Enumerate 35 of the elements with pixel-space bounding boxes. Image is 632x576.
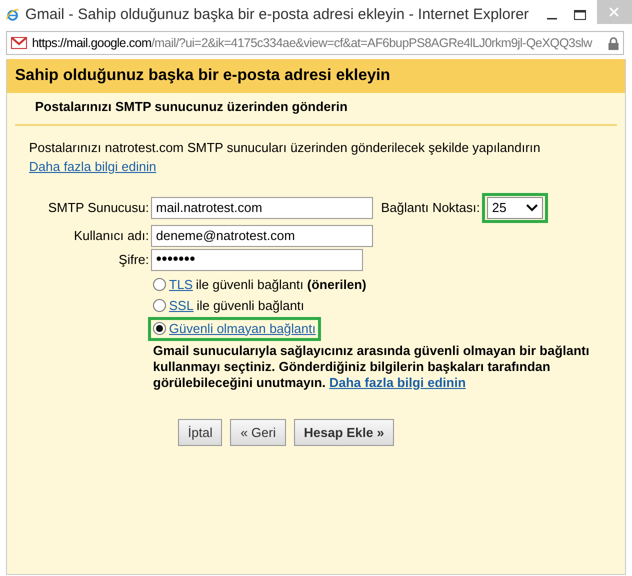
minimize-icon <box>546 18 557 20</box>
dialog-subtitle: Postalarınızı SMTP sunucunuz üzerinden gönderin <box>15 93 617 126</box>
intro-text: Postalarınızı natrotest.com SMTP sunucuları üzerinden gönderilecek şekilde yapılandırın <box>29 138 542 157</box>
password-field[interactable]: ••••••• <box>151 248 363 270</box>
radio-button[interactable] <box>153 278 166 291</box>
option-link[interactable]: Güvenli olmayan bağlantı <box>169 318 316 338</box>
close-icon <box>609 7 620 17</box>
radio-button[interactable] <box>153 322 166 335</box>
field-label: SMTP Sunucusu: <box>47 198 150 217</box>
chevron-down-icon <box>526 204 538 212</box>
learn-more-link[interactable]: Daha fazla bilgi edinin <box>29 159 156 174</box>
option-label: ile güvenli bağlantı (önerilen) <box>196 276 366 294</box>
maximize-icon <box>574 10 586 20</box>
window-title: Gmail - Sahip olduğunuz başka bir e-posta adresi ekleyin - Internet Explorer <box>25 4 529 25</box>
address-bar[interactable]: https://mail.google.com/mail/?ui=2&ik=4175c334ae&view=cf&at=AF6bupPS8AGRe4lLJ0rkm9jl-QeXQQ3slw <box>6 31 624 55</box>
mail-logo-icon <box>11 37 27 49</box>
add-account-button[interactable]: Hesap Ekle » <box>294 418 394 446</box>
option-link[interactable]: TLS <box>169 274 193 294</box>
field-label: Şifre: <box>118 250 150 269</box>
dialog-button[interactable]: İptal <box>178 418 222 446</box>
warning-text: Gmail sunucularıyla sağlayıcınız arasında güvenli olmayan bir bağlantı kullanmayı seçtiniz. Gönderdiğiniz bilgilerin başkaları tarafından görülebileceğini unutmayın. Daha fazla bilgi edinin <box>153 342 590 390</box>
url-host: https://mail.google.com <box>32 36 152 50</box>
radio-button[interactable] <box>153 299 166 312</box>
url-path: /mail/?ui=2&ik=4175c334ae&view=cf&at=AF6bupPS8AGRe4lLJ0rkm9jl-QeXQQ3slw <box>151 36 592 50</box>
lock-icon <box>608 36 619 50</box>
input-field[interactable]: deneme@natrotest.com <box>151 224 373 246</box>
input-field[interactable]: mail.natrotest.com <box>151 196 373 218</box>
option-label: ile güvenli bağlantı <box>196 296 304 315</box>
dialog-title: Sahip olduğunuz başka bir e-posta adresi ekleyin <box>7 59 625 93</box>
dialog-button[interactable]: « Geri <box>230 418 286 446</box>
field-label: Kullanıcı adı: <box>72 226 150 245</box>
option-link[interactable]: SSL <box>169 296 194 316</box>
port-select[interactable]: 25 <box>487 196 543 218</box>
port-label: Bağlantı Noktası: <box>381 198 480 217</box>
learn-more-link[interactable]: Daha fazla bilgi edinin <box>329 374 466 390</box>
